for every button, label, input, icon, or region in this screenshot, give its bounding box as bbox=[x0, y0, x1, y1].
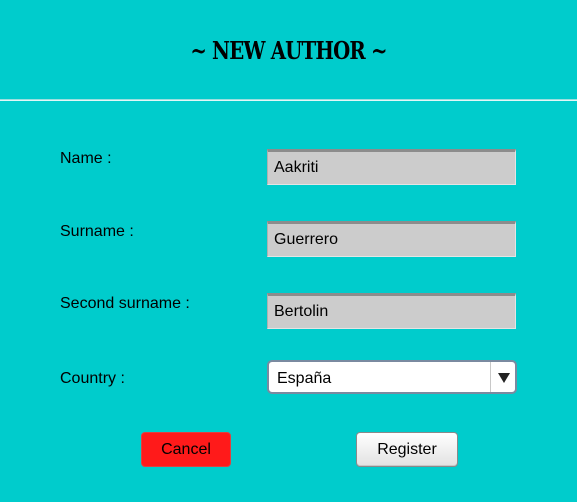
country-dropdown-toggle[interactable] bbox=[490, 362, 515, 392]
name-label: Name : bbox=[60, 150, 112, 167]
cancel-button[interactable]: Cancel bbox=[141, 432, 231, 467]
second-surname-input[interactable] bbox=[267, 293, 516, 329]
name-input[interactable] bbox=[267, 149, 516, 185]
country-label: Country : bbox=[60, 370, 125, 387]
page-title: ~ NEW AUTHOR ~ bbox=[190, 36, 387, 65]
surname-label: Surname : bbox=[60, 223, 134, 240]
country-selected-value: España bbox=[277, 370, 332, 387]
header-divider bbox=[0, 99, 577, 101]
surname-input[interactable] bbox=[267, 221, 516, 257]
chevron-down-icon bbox=[498, 373, 510, 383]
register-button[interactable]: Register bbox=[356, 432, 458, 467]
second-surname-label: Second surname : bbox=[60, 295, 190, 312]
country-select[interactable]: España bbox=[267, 360, 517, 394]
